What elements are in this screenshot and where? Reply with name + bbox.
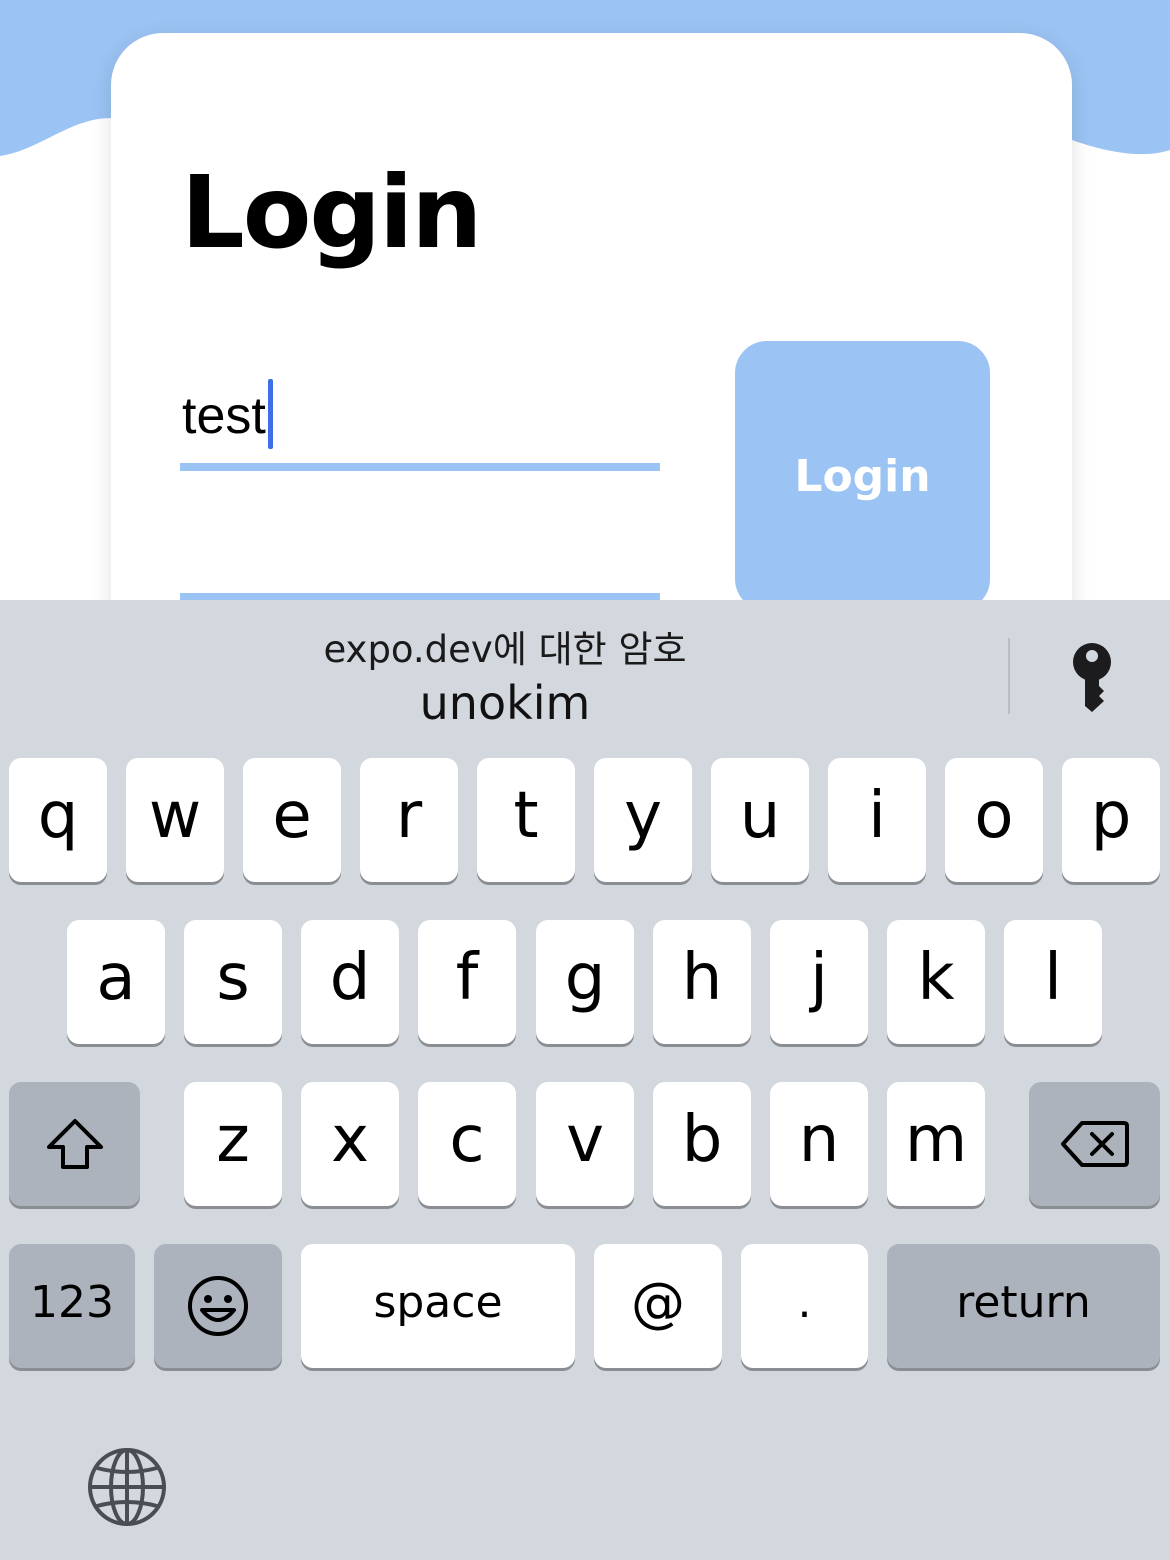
emoji-icon <box>188 1276 248 1336</box>
key-label: o <box>974 779 1014 853</box>
key-c[interactable]: c <box>418 1082 516 1206</box>
key-w[interactable]: w <box>126 758 224 882</box>
key-label: d <box>329 941 371 1015</box>
key-f[interactable]: f <box>418 920 516 1044</box>
key-label: z <box>216 1103 250 1177</box>
key-label: v <box>566 1103 604 1177</box>
key-h[interactable]: h <box>653 920 751 1044</box>
key-label: x <box>331 1103 369 1177</box>
key-label: j <box>810 941 828 1015</box>
space-key[interactable]: space <box>301 1244 575 1368</box>
key-i[interactable]: i <box>828 758 926 882</box>
key-label: space <box>373 1276 503 1328</box>
key-o[interactable]: o <box>945 758 1043 882</box>
key-label: r <box>395 779 423 853</box>
key-label: t <box>513 779 539 853</box>
key-label: f <box>455 941 479 1015</box>
key-label: 123 <box>30 1276 114 1328</box>
key-m[interactable]: m <box>887 1082 985 1206</box>
key-label: . <box>797 1276 812 1328</box>
suggestion-username: unokim <box>419 676 591 731</box>
globe-icon[interactable] <box>86 1446 168 1528</box>
key-label: a <box>96 941 136 1015</box>
return-key[interactable]: return <box>887 1244 1160 1368</box>
key-label: q <box>37 779 79 853</box>
login-screen: Login test Login <box>0 0 1170 600</box>
key-label: i <box>868 779 886 853</box>
key-label: @ <box>631 1270 685 1334</box>
key-label: p <box>1090 779 1132 853</box>
key-label: w <box>148 779 202 853</box>
key-label: h <box>681 941 723 1015</box>
password-suggestion[interactable]: expo.dev에 대한 암호 unokim <box>0 628 1010 732</box>
key-label: n <box>798 1103 840 1177</box>
key-u[interactable]: u <box>711 758 809 882</box>
key-t[interactable]: t <box>477 758 575 882</box>
delete-key[interactable] <box>1029 1082 1160 1206</box>
password-field[interactable] <box>180 503 660 600</box>
key-d[interactable]: d <box>301 920 399 1044</box>
key-p[interactable]: p <box>1062 758 1160 882</box>
emoji-key[interactable] <box>154 1244 282 1368</box>
page-title: Login <box>181 154 482 271</box>
login-button[interactable]: Login <box>735 341 990 600</box>
key-a[interactable]: a <box>67 920 165 1044</box>
period-key[interactable]: . <box>741 1244 868 1368</box>
key-b[interactable]: b <box>653 1082 751 1206</box>
key-g[interactable]: g <box>536 920 634 1044</box>
suggestion-divider <box>1008 638 1010 714</box>
numbers-key[interactable]: 123 <box>9 1244 135 1368</box>
shift-icon <box>46 1119 103 1169</box>
key-x[interactable]: x <box>301 1082 399 1206</box>
at-key[interactable]: @ <box>594 1244 722 1368</box>
key-l[interactable]: l <box>1004 920 1102 1044</box>
key-label: l <box>1044 941 1062 1015</box>
suggestion-caption: expo.dev에 대한 암호 <box>323 628 687 671</box>
login-button-label: Login <box>794 450 931 502</box>
username-field[interactable]: test <box>180 373 660 471</box>
login-card: Login test Login <box>111 33 1072 600</box>
key-e[interactable]: e <box>243 758 341 882</box>
key-z[interactable]: z <box>184 1082 282 1206</box>
key-y[interactable]: y <box>594 758 692 882</box>
key-label: k <box>917 941 955 1015</box>
key-s[interactable]: s <box>184 920 282 1044</box>
key-q[interactable]: q <box>9 758 107 882</box>
key-label: c <box>449 1103 485 1177</box>
key-label: g <box>564 941 606 1015</box>
key-label: s <box>216 941 250 1015</box>
key-v[interactable]: v <box>536 1082 634 1206</box>
key-k[interactable]: k <box>887 920 985 1044</box>
keyboard: expo.dev에 대한 암호 unokim q w e r t y u i o… <box>0 600 1170 1560</box>
key-icon[interactable] <box>1064 640 1120 716</box>
key-label: u <box>739 779 781 853</box>
text-cursor <box>267 379 273 449</box>
key-label: y <box>624 779 662 853</box>
key-label: b <box>681 1103 723 1177</box>
key-r[interactable]: r <box>360 758 458 882</box>
key-label: e <box>272 779 312 853</box>
key-j[interactable]: j <box>770 920 868 1044</box>
key-label: return <box>956 1276 1091 1328</box>
key-label: m <box>904 1103 968 1177</box>
username-value: test <box>182 387 266 445</box>
backspace-icon <box>1060 1121 1129 1167</box>
key-n[interactable]: n <box>770 1082 868 1206</box>
password-autofill-bar: expo.dev에 대한 암호 unokim <box>0 600 1170 740</box>
shift-key[interactable] <box>9 1082 140 1206</box>
